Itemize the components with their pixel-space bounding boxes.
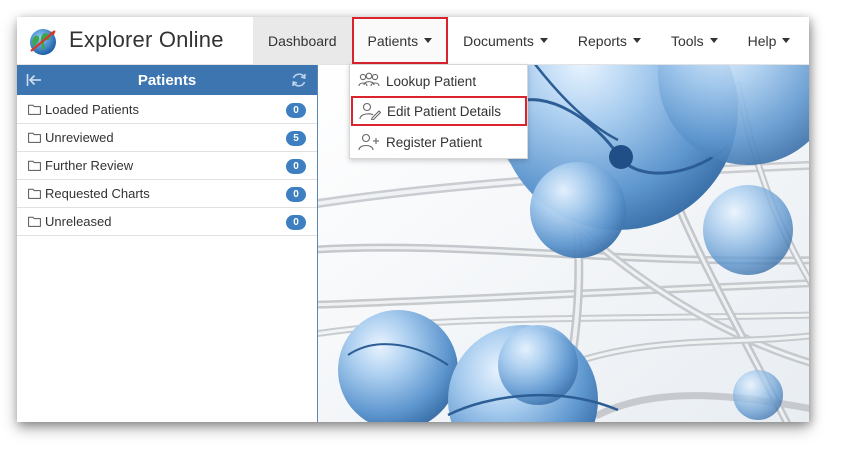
caret-down-icon <box>709 38 718 43</box>
users-icon <box>358 72 380 87</box>
folder-icon <box>28 132 41 143</box>
caret-down-icon <box>782 38 791 43</box>
folder-icon <box>28 104 41 115</box>
patient-queue-list: Loaded Patients 0 Unreviewed 5 Further R… <box>17 96 317 236</box>
nav-reports-label: Reports <box>577 32 627 49</box>
nav-documents-label: Documents <box>463 32 534 49</box>
nav-patients-label: Patients <box>367 32 419 49</box>
caret-down-icon <box>632 38 641 43</box>
caret-down-icon <box>424 38 433 43</box>
nav-dashboard[interactable]: Dashboard <box>253 17 352 64</box>
sidebar-item-label: Loaded Patients <box>45 102 139 117</box>
sidebar-item-further-review[interactable]: Further Review 0 <box>17 152 317 180</box>
main-nav: Dashboard Patients Documents Reports Too… <box>253 17 805 64</box>
sidebar-item-label: Unreviewed <box>45 130 114 145</box>
menu-item-register-patient[interactable]: Register Patient <box>350 127 527 157</box>
sidebar-item-unreleased[interactable]: Unreleased 0 <box>17 208 317 236</box>
patients-sidebar: Patients Loaded Patients 0 Unreviewed 5 <box>17 65 318 422</box>
menu-item-label: Lookup Patient <box>386 73 477 89</box>
app-title: Explorer Online <box>69 27 224 52</box>
folder-icon <box>28 188 41 199</box>
refresh-icon[interactable] <box>290 71 308 89</box>
count-badge: 0 <box>286 159 306 174</box>
menu-item-label: Register Patient <box>386 134 483 150</box>
count-badge: 0 <box>286 103 306 118</box>
menu-item-label: Edit Patient Details <box>387 103 502 119</box>
sidebar-title: Patients <box>137 72 197 89</box>
nav-tools[interactable]: Tools <box>656 17 733 64</box>
menu-item-edit-patient-details[interactable]: Edit Patient Details <box>351 96 527 126</box>
folder-icon <box>28 160 41 171</box>
sidebar-item-requested-charts[interactable]: Requested Charts 0 <box>17 180 317 208</box>
top-navbar: Explorer Online Dashboard Patients Docum… <box>17 17 809 65</box>
sidebar-item-unreviewed[interactable]: Unreviewed 5 <box>17 124 317 152</box>
user-edit-icon <box>359 102 381 120</box>
sidebar-item-label: Requested Charts <box>45 186 150 201</box>
nav-documents[interactable]: Documents <box>448 17 563 64</box>
caret-down-icon <box>539 38 548 43</box>
app-window: Explorer Online Dashboard Patients Docum… <box>17 17 809 422</box>
nav-dashboard-label: Dashboard <box>268 32 337 49</box>
user-add-icon <box>358 133 379 151</box>
nav-reports[interactable]: Reports <box>563 17 656 64</box>
count-badge: 0 <box>286 187 306 202</box>
sidebar-item-label: Further Review <box>45 158 134 173</box>
globe-logo-icon <box>30 29 56 55</box>
count-badge: 0 <box>286 215 306 230</box>
menu-item-lookup-patient[interactable]: Lookup Patient <box>350 66 527 96</box>
patients-dropdown-menu: Lookup Patient Edit Patient Details Regi… <box>349 64 528 159</box>
nav-tools-label: Tools <box>670 32 704 49</box>
nav-help[interactable]: Help <box>733 17 806 64</box>
sidebar-header: Patients <box>17 65 317 95</box>
nav-patients[interactable]: Patients <box>351 17 449 64</box>
folder-icon <box>28 216 41 227</box>
count-badge: 5 <box>286 131 306 146</box>
sidebar-item-label: Unreleased <box>45 214 112 229</box>
sidebar-item-loaded-patients[interactable]: Loaded Patients 0 <box>17 96 317 124</box>
nav-help-label: Help <box>747 32 777 49</box>
